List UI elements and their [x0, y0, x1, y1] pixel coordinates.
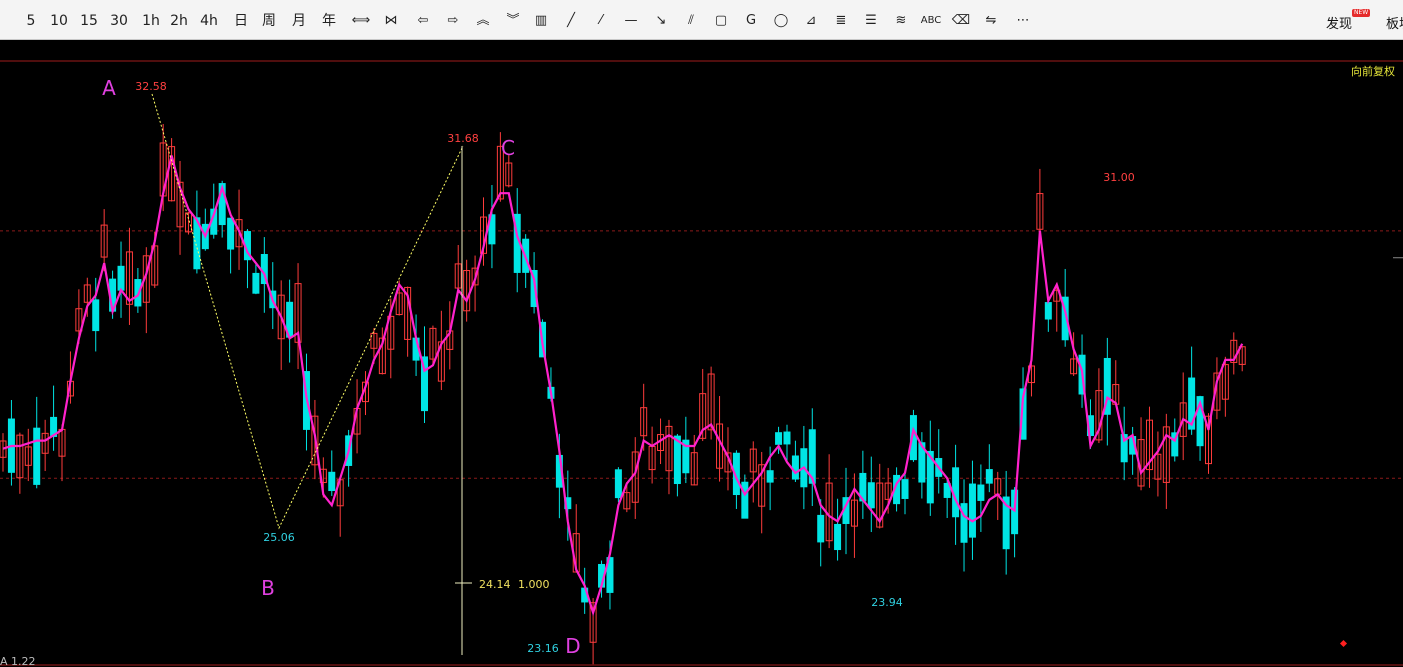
period-30[interactable]: 30 [108, 11, 130, 31]
bottom-indicator-label: A 1.22 [0, 655, 36, 667]
price-label-23.94: 23.94 [871, 596, 903, 609]
period-月[interactable]: 月 [288, 11, 310, 31]
candle-body[interactable] [977, 484, 985, 501]
period-日[interactable]: 日 [230, 11, 252, 31]
candle-body[interactable] [834, 523, 842, 551]
fan-icon[interactable]: ⊿ [798, 11, 824, 31]
candle-body[interactable] [328, 471, 336, 492]
gann-icon[interactable]: ☰ [858, 11, 884, 31]
price-label-32.58: 32.58 [135, 80, 167, 93]
kline-svg[interactable]: 24.14 1.000 32.58 25.06 31.68 23.16 23.94 31.00… [0, 40, 1403, 667]
line-segment-icon[interactable]: ╱ [558, 11, 584, 31]
price-label-31.00: 31.00 [1103, 171, 1135, 184]
price-label-25.06: 25.06 [263, 531, 295, 544]
candle-body[interactable] [817, 514, 825, 543]
candle-body[interactable] [766, 470, 774, 483]
board-button[interactable]: 板块 [1386, 13, 1403, 32]
ellipse-icon[interactable]: ◯ [768, 11, 794, 31]
period-年[interactable]: 年 [318, 11, 340, 31]
discover-button[interactable]: 发现 [1326, 13, 1352, 32]
marker-icon [1339, 639, 1348, 648]
candle-body[interactable] [775, 432, 783, 445]
price-label-23.16: 23.16 [527, 642, 559, 655]
candle-body[interactable] [252, 272, 260, 294]
ray-icon[interactable]: ⁄ [588, 11, 614, 31]
crosshair-ratio: 1.000 [518, 578, 550, 591]
candle-body[interactable] [867, 482, 875, 509]
golden-ratio-icon[interactable]: G [738, 11, 764, 31]
adjust-mode-label[interactable]: 向前复权 [1351, 63, 1395, 79]
more-icon[interactable]: ⋯ [1010, 11, 1036, 31]
adjust-icon[interactable]: ⇋ [978, 11, 1004, 31]
wave-label-D: D [565, 634, 580, 658]
kline-chart[interactable]: 24.14 1.000 32.58 25.06 31.68 23.16 23.94 31.00… [0, 40, 1403, 667]
expand-icon[interactable]: ⟺ [348, 11, 374, 31]
eraser-icon[interactable]: ⌫ [948, 11, 974, 31]
period-4h[interactable]: 4h [198, 11, 220, 31]
wave-icon[interactable]: ≋ [888, 11, 914, 31]
candle-body[interactable] [1044, 302, 1052, 320]
fibonacci-icon[interactable]: ≣ [828, 11, 854, 31]
candle-body[interactable] [783, 431, 791, 445]
period-2h[interactable]: 2h [168, 11, 190, 31]
period-5[interactable]: 5 [20, 11, 42, 31]
crosshair-price: 24.14 [479, 578, 511, 591]
price-label-31.68: 31.68 [447, 132, 479, 145]
move-right-icon[interactable]: ⇨ [440, 11, 466, 31]
new-badge: NEW [1352, 9, 1371, 17]
move-left-icon[interactable]: ⇦ [410, 11, 436, 31]
period-周[interactable]: 周 [258, 11, 280, 31]
zoom-in-icon[interactable]: ︽ [470, 11, 496, 31]
wave-label-B: B [261, 576, 275, 600]
parallel-lines-icon[interactable]: ⫽ [678, 11, 704, 31]
horizontal-line-icon[interactable]: — [618, 11, 644, 31]
candle-body[interactable] [901, 479, 909, 499]
candle-body[interactable] [614, 469, 622, 499]
candle-body[interactable] [741, 481, 749, 519]
candle-body[interactable] [33, 427, 41, 485]
arrow-line-icon[interactable]: ↘ [648, 11, 674, 31]
shrink-icon[interactable]: ⋈ [378, 11, 404, 31]
toolbar: 发现 NEW 板块 5 10 15 30 1h 2h 4h 日周月年 ⟺⋈ ⇦⇨︽︾▥╱⁄—↘⫽▢… [0, 0, 1403, 40]
wave-label-C: C [501, 136, 515, 160]
period-15[interactable]: 15 [78, 11, 100, 31]
zoom-out-icon[interactable]: ︾ [500, 11, 526, 31]
wave-label-A: A [102, 76, 116, 100]
zigzag-line [151, 93, 464, 530]
layout-icon[interactable]: ▥ [528, 11, 554, 31]
period-10[interactable]: 10 [48, 11, 70, 31]
candle-body[interactable] [117, 265, 125, 291]
candle-body[interactable] [92, 299, 100, 332]
candle-body[interactable] [960, 503, 968, 543]
text-abc-icon[interactable]: ABC [918, 11, 944, 31]
candle-body[interactable] [968, 483, 976, 538]
rectangle-icon[interactable]: ▢ [708, 11, 734, 31]
period-1h[interactable]: 1h [140, 11, 162, 31]
candle-body[interactable] [791, 455, 799, 480]
candle-body[interactable] [227, 217, 235, 250]
candle-body[interactable] [985, 469, 993, 484]
